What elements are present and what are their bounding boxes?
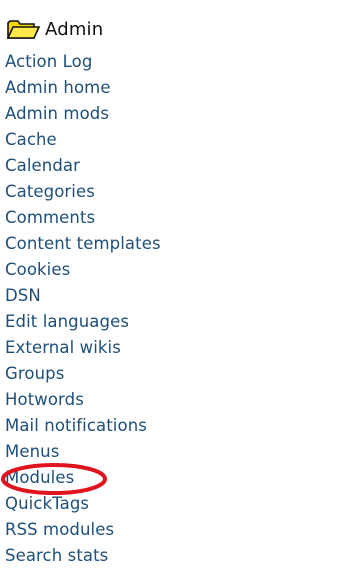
menu-item-action-log[interactable]: Action Log bbox=[5, 50, 161, 76]
highlight-circle bbox=[1, 463, 107, 495]
menu-item-comments[interactable]: Comments bbox=[5, 206, 161, 232]
menu-item-cache[interactable]: Cache bbox=[5, 128, 161, 154]
menu-item-dsn[interactable]: DSN bbox=[5, 284, 161, 310]
menu-item-admin-home[interactable]: Admin home bbox=[5, 76, 161, 102]
menu-item-admin-mods[interactable]: Admin mods bbox=[5, 102, 161, 128]
menu-item-mail-notifications[interactable]: Mail notifications bbox=[5, 414, 161, 440]
menu-header: Admin bbox=[6, 14, 103, 44]
menu-item-search-stats[interactable]: Search stats bbox=[5, 544, 161, 570]
menu-item-calendar[interactable]: Calendar bbox=[5, 154, 161, 180]
menu-item-external-wikis[interactable]: External wikis bbox=[5, 336, 161, 362]
menu-item-edit-languages[interactable]: Edit languages bbox=[5, 310, 161, 336]
menu-title: Admin bbox=[45, 18, 104, 40]
menu-item-rss-modules[interactable]: RSS modules bbox=[5, 518, 161, 544]
folder-icon bbox=[6, 18, 40, 40]
menu-item-content-templates[interactable]: Content templates bbox=[5, 232, 161, 258]
menu-item-cookies[interactable]: Cookies bbox=[5, 258, 161, 284]
menu-item-hotwords[interactable]: Hotwords bbox=[5, 388, 161, 414]
menu-item-groups[interactable]: Groups bbox=[5, 362, 161, 388]
menu-item-categories[interactable]: Categories bbox=[5, 180, 161, 206]
